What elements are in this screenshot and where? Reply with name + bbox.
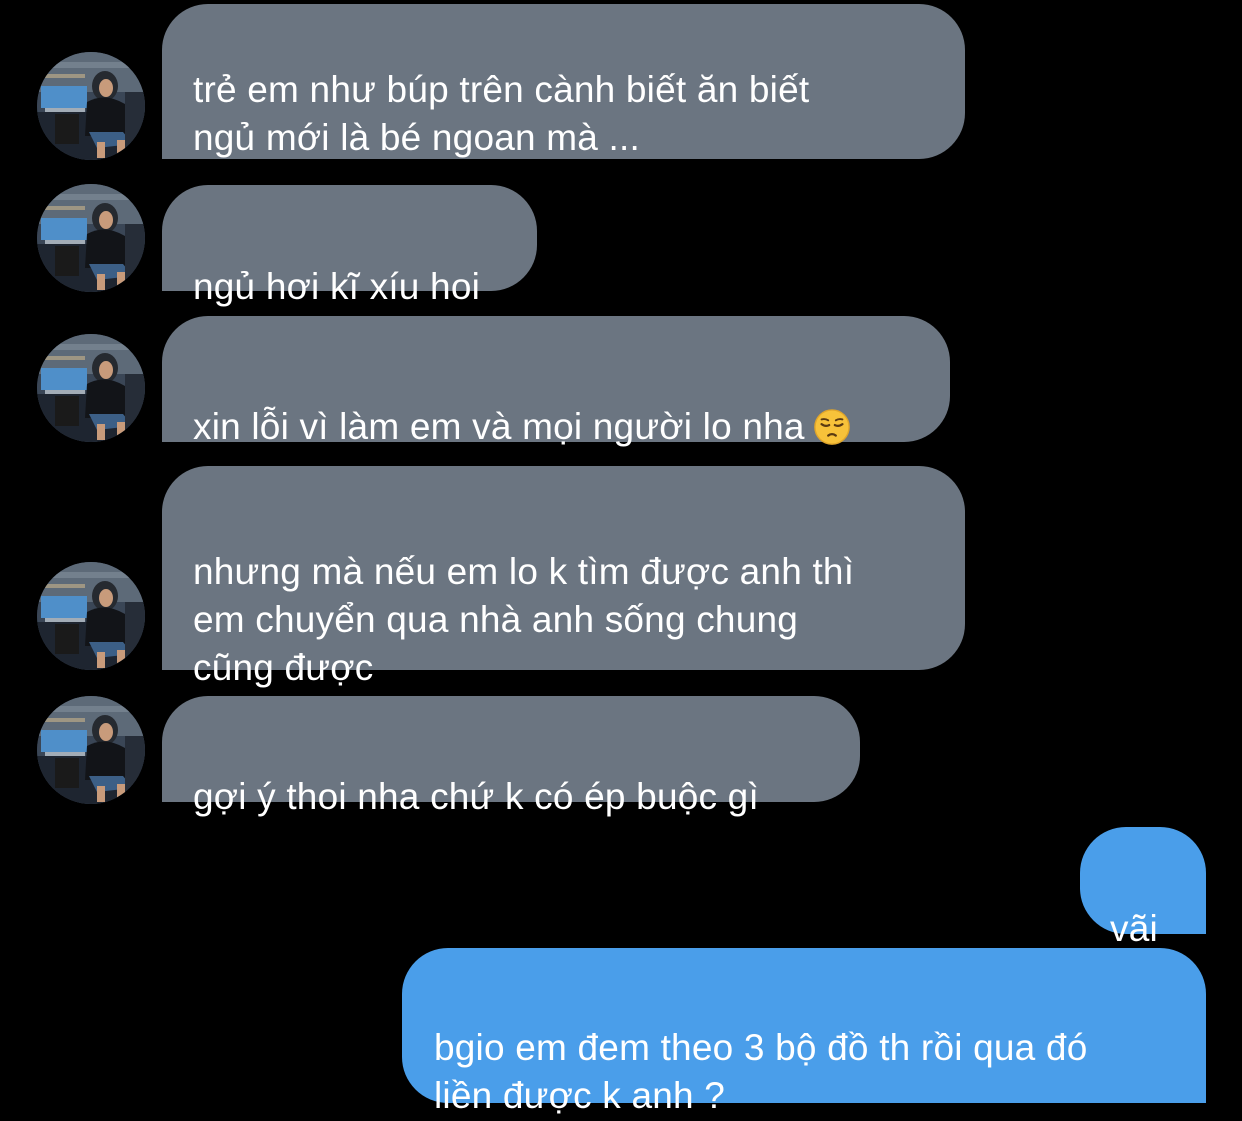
incoming-message-bubble[interactable]: gợi ý thoi nha chứ k có ép buộc gì <box>162 696 860 817</box>
message-text: ngủ hơi kĩ xíu hoi <box>193 266 481 307</box>
message-text: vãi <box>1110 908 1158 949</box>
incoming-message-bubble[interactable]: ngủ hơi kĩ xíu hoi <box>162 185 537 307</box>
contact-avatar[interactable] <box>37 52 145 160</box>
avatar-image <box>37 184 145 292</box>
incoming-message-bubble[interactable]: nhưng mà nếu em lo k tìm được anh thì em… <box>162 466 965 688</box>
message-text: nhưng mà nếu em lo k tìm được anh thì em… <box>193 551 855 688</box>
avatar-image <box>37 52 145 160</box>
message-text: trẻ em như búp trên cành biết ăn biết ng… <box>193 69 810 158</box>
avatar-image <box>37 696 145 804</box>
avatar-image <box>37 334 145 442</box>
outgoing-message-bubble[interactable]: bgio em đem theo 3 bộ đồ th rồi qua đó l… <box>402 948 1206 1116</box>
contact-avatar[interactable] <box>37 184 145 292</box>
avatar-image <box>37 562 145 670</box>
message-text: bgio em đem theo 3 bộ đồ th rồi qua đó l… <box>434 1027 1088 1116</box>
pensive-face-emoji-icon <box>813 409 850 445</box>
outgoing-message-bubble[interactable]: vãi <box>1080 827 1206 949</box>
incoming-message-bubble[interactable]: trẻ em như búp trên cành biết ăn biết ng… <box>162 4 965 159</box>
message-text: xin lỗi vì làm em và mọi người lo nha <box>193 406 805 447</box>
contact-avatar[interactable] <box>37 334 145 442</box>
contact-avatar[interactable] <box>37 562 145 670</box>
contact-avatar[interactable] <box>37 696 145 804</box>
incoming-message-bubble[interactable]: xin lỗi vì làm em và mọi người lo nha <box>162 316 950 447</box>
message-text: gợi ý thoi nha chứ k có ép buộc gì <box>193 776 759 817</box>
